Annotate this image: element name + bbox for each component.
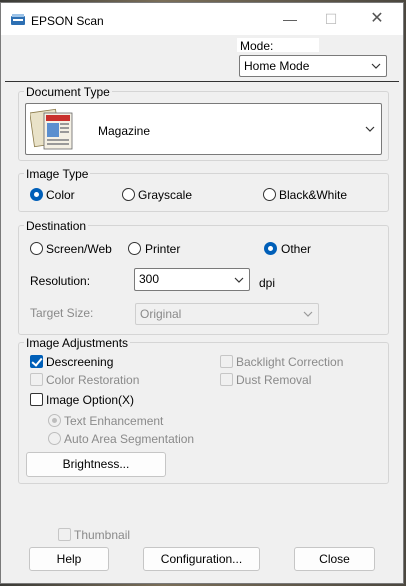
dust-removal-checkbox[interactable] (220, 373, 233, 386)
resolution-select[interactable]: 300 (134, 268, 250, 291)
dust-removal-label: Dust Removal (236, 373, 312, 387)
destination-other-label: Other (281, 242, 312, 256)
descreening-checkbox[interactable] (30, 355, 43, 368)
destination-screen-web-radio[interactable] (30, 242, 43, 255)
destination-screen-web-label: Screen/Web (46, 242, 112, 256)
thumbnail-checkbox[interactable] (58, 528, 71, 541)
document-type-select[interactable]: Magazine (25, 103, 382, 155)
text-enhancement-radio[interactable] (48, 414, 61, 427)
resolution-value: 300 (139, 272, 160, 286)
image-adjustments-title: Image Adjustments (24, 336, 131, 350)
chevron-down-icon (302, 304, 314, 330)
mode-label: Mode: (240, 39, 274, 53)
backlight-correction-checkbox[interactable] (220, 355, 233, 368)
image-option-checkbox[interactable] (30, 393, 43, 406)
image-option-label: Image Option(X) (46, 393, 135, 407)
configuration-button[interactable]: Configuration... (143, 547, 260, 571)
target-size-label: Target Size: (30, 306, 94, 320)
document-type-title: Document Type (24, 85, 112, 99)
resolution-unit: dpi (259, 276, 276, 290)
image-type-bw-radio[interactable] (263, 188, 276, 201)
close-window-button[interactable]: ✕ (354, 3, 400, 35)
image-type-bw-label: Black&White (279, 188, 348, 202)
chevron-down-icon (233, 269, 245, 296)
destination-printer-radio[interactable] (128, 242, 141, 255)
title-bar: EPSON Scan — ☐ ✕ (1, 3, 403, 35)
resolution-label: Resolution: (30, 274, 91, 288)
scanner-app-icon (11, 14, 25, 25)
destination-other-radio[interactable] (264, 242, 277, 255)
image-type-title: Image Type (24, 167, 91, 181)
backlight-correction-label: Backlight Correction (236, 355, 344, 369)
magazine-icon (30, 108, 73, 150)
descreening-label: Descreening (46, 355, 114, 369)
target-size-select[interactable]: Original (135, 303, 319, 325)
chevron-down-icon (370, 56, 382, 82)
window-title: EPSON Scan (31, 14, 104, 28)
destination-printer-label: Printer (145, 242, 181, 256)
help-button[interactable]: Help (29, 547, 109, 571)
chevron-down-icon (365, 120, 375, 143)
thumbnail-label: Thumbnail (74, 528, 131, 542)
text-enhancement-label: Text Enhancement (64, 414, 164, 428)
image-type-color-radio[interactable] (30, 188, 43, 201)
color-restoration-label: Color Restoration (46, 373, 140, 387)
image-type-color-label: Color (46, 188, 75, 202)
image-type-grayscale-label: Grayscale (138, 188, 193, 202)
brightness-button[interactable]: Brightness... (26, 452, 166, 477)
epson-scan-window: EPSON Scan — ☐ ✕ Mode: Home Mode Documen… (0, 2, 404, 584)
document-type-value: Magazine (98, 124, 151, 138)
target-size-value: Original (140, 307, 182, 321)
close-button[interactable]: Close (294, 547, 375, 571)
color-restoration-checkbox[interactable] (30, 373, 43, 386)
maximize-button[interactable]: ☐ (308, 3, 354, 35)
mode-select-value: Home Mode (244, 59, 310, 73)
auto-area-segmentation-radio[interactable] (48, 432, 61, 445)
auto-area-segmentation-label: Auto Area Segmentation (64, 432, 195, 446)
minimize-button[interactable]: — (267, 3, 313, 35)
destination-title: Destination (24, 219, 89, 233)
mode-select[interactable]: Home Mode (239, 55, 387, 77)
header-separator (5, 81, 399, 82)
image-type-grayscale-radio[interactable] (122, 188, 135, 201)
